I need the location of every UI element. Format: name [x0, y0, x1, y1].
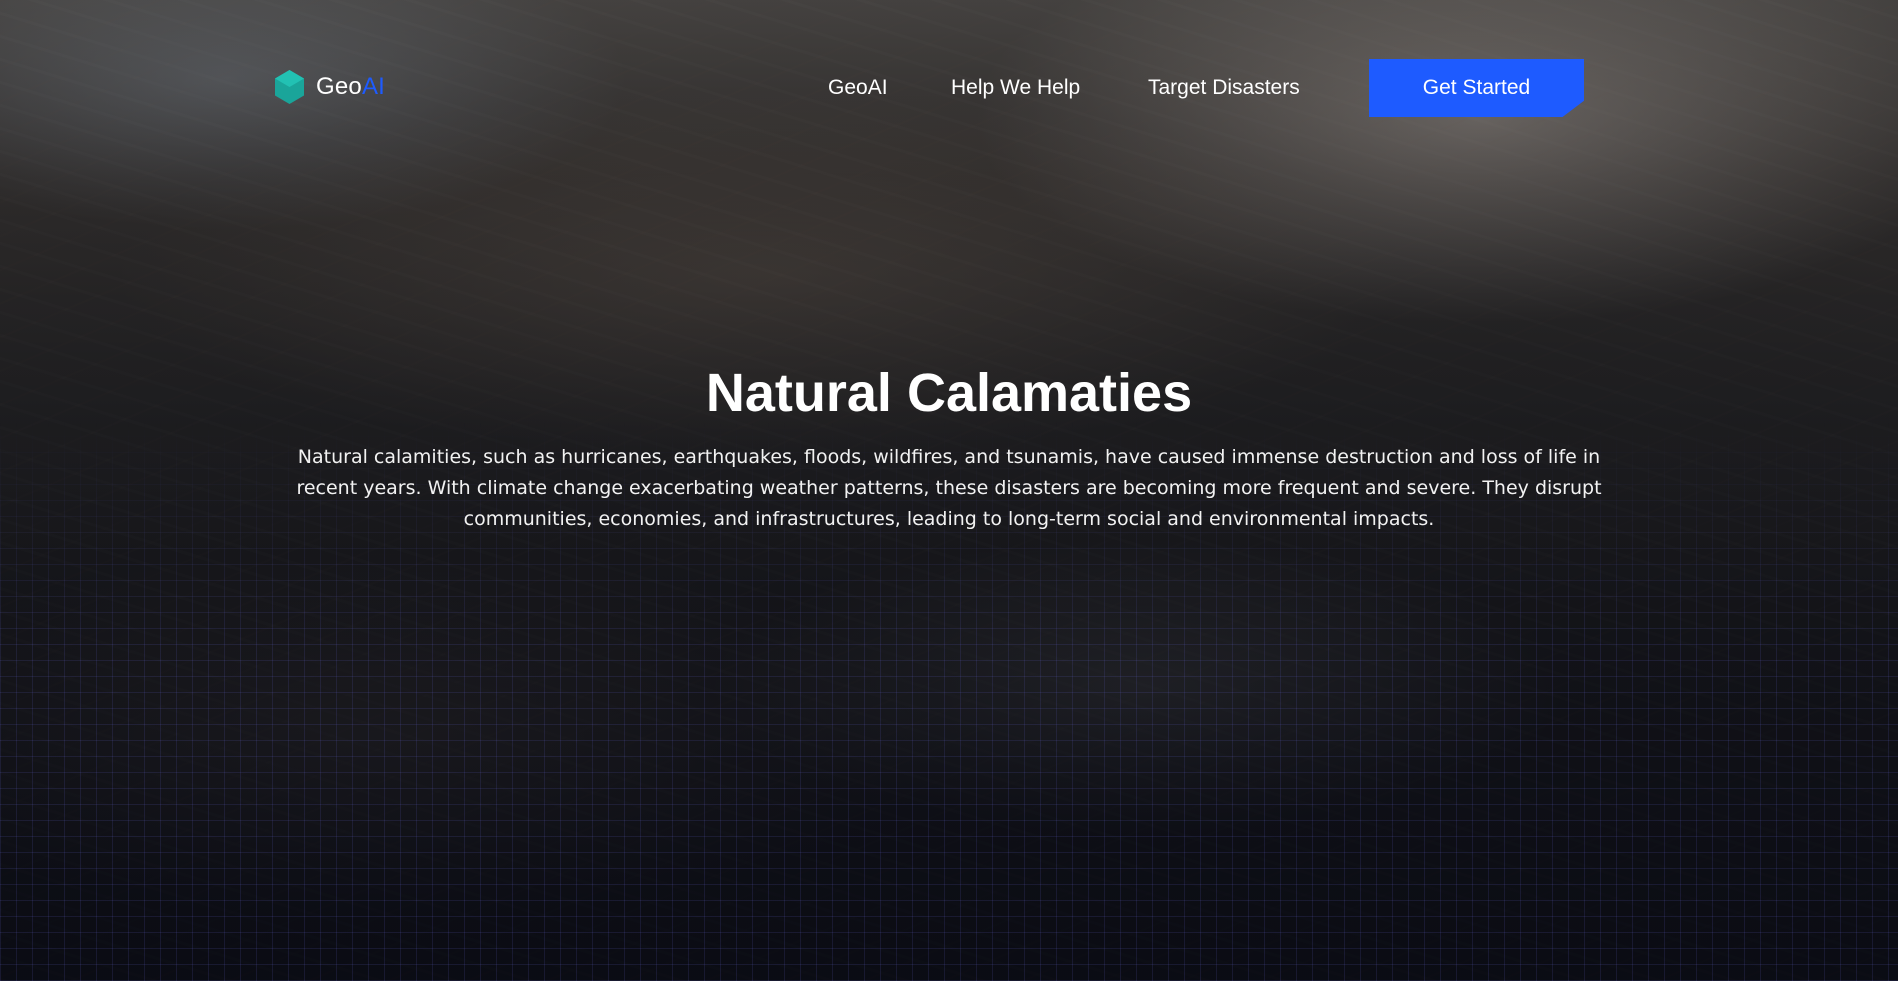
brand-name: GeoAI [316, 73, 386, 100]
hexagon-logo-icon [275, 70, 304, 104]
hero-section: GeoAI GeoAI Help We Help Target Disaster… [0, 0, 1898, 981]
nav-link-geoai[interactable]: GeoAI [828, 76, 888, 100]
page-title: Natural Calamaties [705, 363, 1193, 423]
nav-link-help-we-help[interactable]: Help We Help [951, 76, 1080, 100]
nav-link-target-disasters[interactable]: Target Disasters [1148, 76, 1300, 100]
brand-logo[interactable]: GeoAI [275, 70, 385, 104]
get-started-button[interactable]: Get Started [1369, 59, 1584, 117]
hero-content: Natural Calamaties Natural calamities, s… [240, 356, 1658, 535]
top-navigation: GeoAI GeoAI Help We Help Target Disaster… [0, 0, 1898, 178]
hero-description: Natural calamities, such as hurricanes, … [296, 446, 1602, 530]
